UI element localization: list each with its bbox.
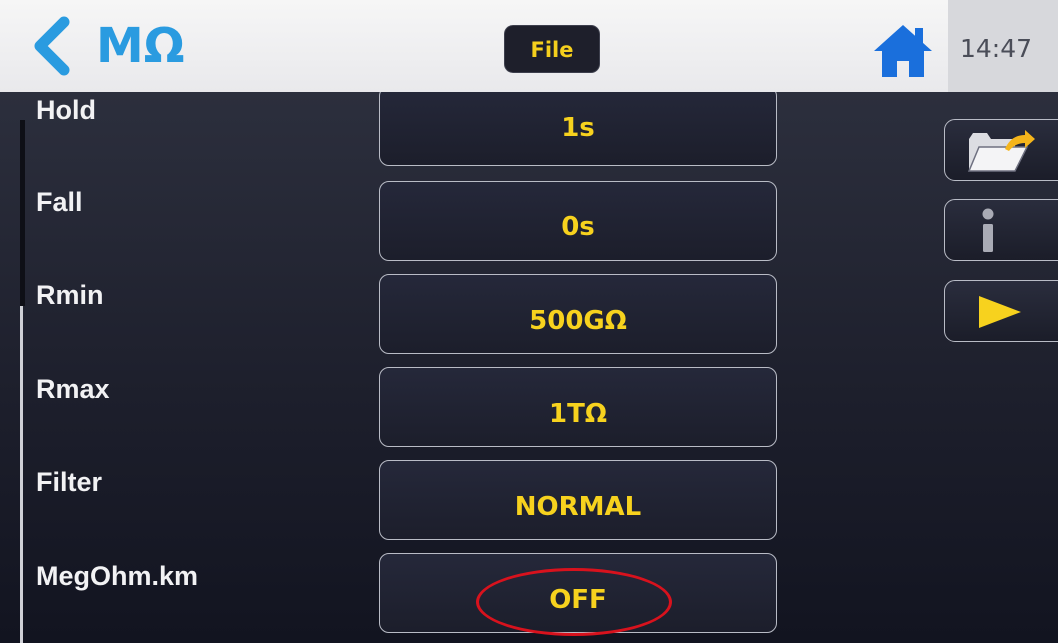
setting-value-hold-text: 1s	[561, 113, 595, 143]
setting-label-filter: Filter	[36, 467, 103, 497]
home-icon	[874, 25, 932, 77]
setting-label-rmax: Rmax	[36, 374, 110, 404]
info-icon	[982, 208, 994, 252]
setting-value-rmin[interactable]: 500GΩ	[379, 274, 777, 354]
scrollbar-thumb[interactable]	[20, 120, 25, 306]
setting-value-filter-text: NORMAL	[514, 492, 642, 522]
folder-open-icon	[967, 130, 1035, 172]
info-button[interactable]	[944, 199, 1058, 261]
setting-label-megohm-km: MegOhm.km	[36, 561, 199, 591]
setting-label-fall: Fall	[36, 187, 83, 217]
setting-value-rmin-text: 500GΩ	[529, 306, 627, 336]
home-button[interactable]	[870, 22, 936, 80]
play-icon	[979, 296, 1021, 328]
setting-label-hold: Hold	[36, 95, 96, 125]
setting-value-fall[interactable]: 0s	[379, 181, 777, 261]
setting-value-filter[interactable]: NORMAL	[379, 460, 777, 540]
highlight-ellipse	[476, 568, 672, 636]
clock: 14:47	[960, 34, 1033, 63]
setting-value-hold[interactable]: 1s	[379, 92, 777, 166]
load-file-button[interactable]	[944, 119, 1058, 181]
top-bar: MΩ File 14:47	[0, 0, 1058, 92]
setting-value-fall-text: 0s	[561, 212, 595, 242]
settings-panel: Hold Fall Rmin Rmax Filter MegOhm.km 1s …	[0, 92, 1058, 643]
file-button[interactable]: File	[504, 25, 600, 73]
setting-value-rmax[interactable]: 1TΩ	[379, 367, 777, 447]
chevron-left-icon	[34, 16, 70, 76]
setting-label-rmin: Rmin	[36, 280, 104, 310]
run-test-button[interactable]	[944, 280, 1058, 342]
page-title: MΩ	[96, 18, 185, 74]
setting-value-rmax-text: 1TΩ	[549, 399, 607, 429]
back-button[interactable]	[28, 16, 74, 76]
